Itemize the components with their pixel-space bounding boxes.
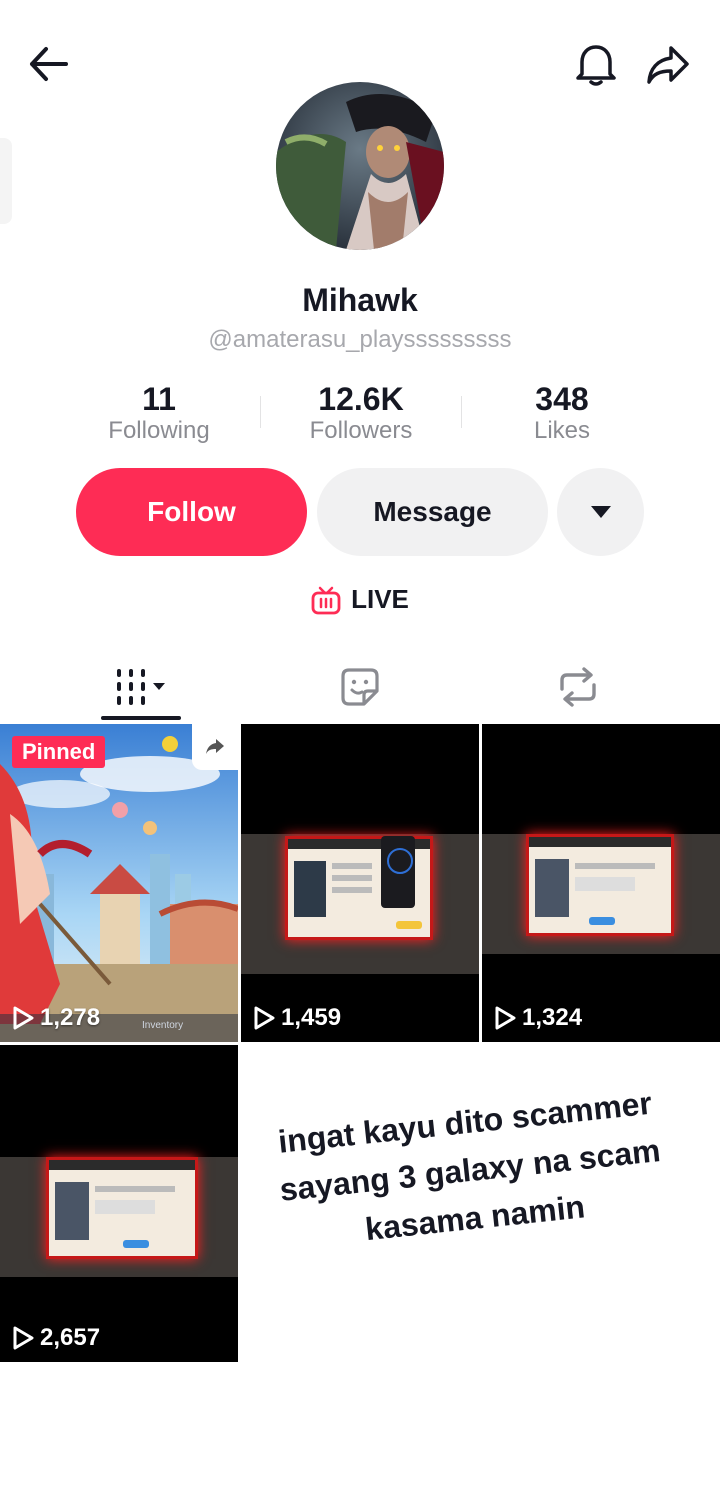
stat-followers-value: 12.6K: [318, 381, 404, 417]
stat-likes-label: Likes: [533, 417, 591, 444]
bell-icon: [576, 45, 616, 86]
tv-icon: [311, 586, 341, 614]
view-count: 1,459: [253, 1004, 341, 1032]
view-count-value: 1,278: [40, 1004, 101, 1031]
share-arrow-icon: [206, 739, 224, 754]
thumb-phone-overlay: [381, 836, 415, 908]
tab-videos[interactable]: [21, 652, 261, 722]
message-button[interactable]: Message: [317, 468, 548, 556]
tab-reposts[interactable]: [458, 652, 698, 722]
video-tile[interactable]: Inventory Pinned 1,278: [0, 724, 238, 1042]
pinned-badge: Pinned: [12, 736, 106, 768]
arrow-left-icon: [30, 47, 68, 81]
play-icon: [254, 1006, 275, 1030]
caret-down-icon: [590, 506, 611, 518]
stat-followers[interactable]: 12.6K Followers: [261, 380, 461, 446]
sticker-icon: [341, 668, 379, 706]
stat-likes[interactable]: 348 Likes: [462, 380, 662, 446]
share-arrow-icon: [647, 46, 689, 84]
grid-icon: [117, 669, 165, 705]
live-label: LIVE: [351, 584, 409, 614]
video-tile[interactable]: 1,459: [241, 724, 479, 1042]
play-icon: [13, 1326, 34, 1350]
stat-following-label: Following: [108, 417, 210, 444]
view-count-value: 2,657: [40, 1324, 101, 1351]
thumb-game-dialog: [46, 1157, 198, 1259]
stat-following[interactable]: 11 Following: [59, 380, 259, 446]
stat-following-value: 11: [142, 381, 176, 417]
follow-button[interactable]: Follow: [76, 468, 307, 556]
overlay-caption: ingat kayu dito scammer sayang 3 galaxy …: [244, 1075, 697, 1264]
play-icon: [13, 1006, 34, 1030]
video-tile[interactable]: 1,324: [482, 724, 720, 1042]
side-panel-tab[interactable]: [0, 138, 12, 224]
video-thumbnail: Inventory: [0, 724, 238, 1042]
view-count: 2,657: [12, 1324, 100, 1352]
view-count: 1,324: [494, 1004, 582, 1032]
back-button[interactable]: [20, 36, 76, 92]
view-count-value: 1,459: [281, 1004, 342, 1031]
notification-bell-button[interactable]: [568, 36, 624, 92]
repost-icon: [560, 667, 596, 707]
active-tab-indicator: [101, 716, 181, 720]
thumb-game-dialog: [526, 834, 674, 936]
profile-name: Mihawk: [302, 282, 418, 318]
share-profile-button[interactable]: [640, 36, 696, 92]
tab-favorites[interactable]: [240, 652, 480, 722]
stat-likes-value: 348: [535, 381, 589, 417]
tile-share-button[interactable]: [192, 724, 238, 770]
video-tile[interactable]: 2,657: [0, 1045, 238, 1362]
profile-avatar[interactable]: [276, 82, 444, 250]
profile-handle: @amaterasu_playsssssssss: [208, 326, 512, 353]
thumb-inventory-label: Inventory: [142, 1020, 183, 1031]
play-icon: [495, 1006, 516, 1030]
live-link[interactable]: LIVE: [0, 584, 720, 615]
stat-followers-label: Followers: [309, 417, 413, 444]
suggested-accounts-button[interactable]: [557, 468, 644, 556]
view-count-value: 1,324: [522, 1004, 583, 1031]
view-count: 1,278: [12, 1004, 100, 1032]
